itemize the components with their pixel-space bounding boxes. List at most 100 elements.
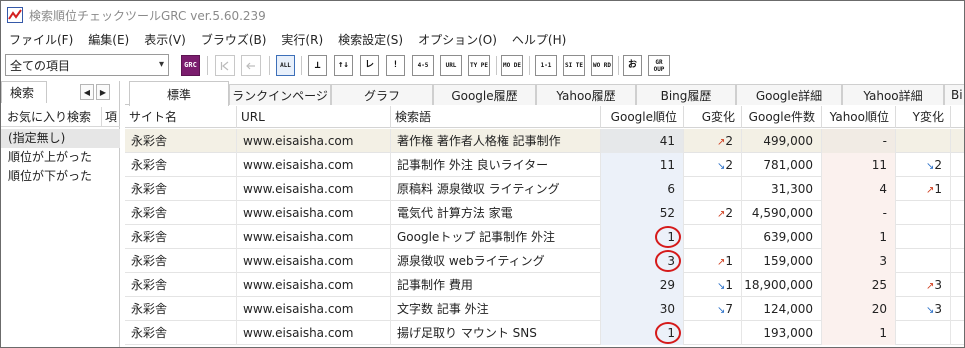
change-value: 2 [725, 206, 733, 220]
tab-google-detail[interactable]: Google詳細 [736, 84, 842, 105]
column-google-rank[interactable]: Google順位 [601, 106, 684, 128]
column-yahoo-change[interactable]: Y変化 [896, 106, 951, 128]
cell-site: 永彩舎 [125, 273, 237, 297]
app-logo-icon [7, 7, 23, 23]
menu-view[interactable]: 表示(V) [136, 31, 193, 48]
table-row[interactable]: 永彩舎 www.eisaisha.com 原稿料 源泉徴収 ライティング 6 31,30… [125, 177, 964, 201]
rank-range-button[interactable]: 4-5 [412, 55, 434, 76]
check-button[interactable]: レ [360, 55, 379, 76]
menu-options[interactable]: オプション(O) [410, 31, 504, 48]
tab-next-button[interactable]: ▶ [96, 84, 110, 100]
toolbar: 全ての項目 ▾ GRC ALL ⊥ ↑↓ レ ! 4-5 URL TY PE M… [1, 52, 964, 78]
cell-google-rank: 6 [601, 177, 684, 201]
cell-yahoo-rank: 20 [822, 297, 896, 321]
cell-url: www.eisaisha.com [237, 225, 391, 249]
mode-button[interactable]: MO DE [501, 55, 523, 76]
cell-keyword: 原稿料 源泉徴収 ライティング [391, 177, 601, 201]
cell-yahoo-rank: - [822, 201, 896, 225]
cell-yahoo-rank: 1 [822, 321, 896, 345]
tab-prev-button[interactable]: ◀ [80, 84, 94, 100]
cell-site: 永彩舎 [125, 129, 237, 153]
menu-search-settings[interactable]: 検索設定(S) [330, 31, 410, 48]
column-google-count[interactable]: Google件数 [742, 106, 822, 128]
menu-run[interactable]: 実行(R) [273, 31, 330, 48]
cell-url: www.eisaisha.com [237, 153, 391, 177]
list-item[interactable]: (指定無し) [1, 129, 120, 148]
change-value: 3 [934, 278, 942, 292]
tab-yahoo-detail[interactable]: Yahoo詳細 [842, 84, 944, 105]
header-item[interactable]: 項 [101, 106, 117, 127]
table-row[interactable]: 永彩舎 www.eisaisha.com 記事制作 費用 29 ↘1 18,900,000… [125, 273, 964, 297]
cell-google-change [684, 177, 742, 201]
menu-help[interactable]: ヘルプ(H) [504, 31, 573, 48]
cell-url: www.eisaisha.com [237, 177, 391, 201]
type-button[interactable]: TY PE [468, 55, 490, 76]
filter-select[interactable]: 全ての項目 ▾ [5, 54, 169, 76]
table-row[interactable]: 永彩舎 www.eisaisha.com 著作権 著作者人格権 記事制作 41 ↗2 49… [125, 129, 964, 153]
cell-keyword: 源泉徴収 webライティング [391, 249, 601, 273]
left-pane-header: お気に入り検索 項 [1, 106, 120, 127]
table-row[interactable]: 永彩舎 www.eisaisha.com 文字数 記事 外注 30 ↘7 124,000 2… [125, 297, 964, 321]
cell-google-rank: 29 [601, 273, 684, 297]
favorite-button[interactable]: お [623, 55, 642, 76]
table-row[interactable]: 永彩舎 www.eisaisha.com Googleトップ 記事制作 外注 1 639… [125, 225, 964, 249]
tab-yahoo-history[interactable]: Yahoo履歴 [536, 84, 636, 105]
left-pane-tabs: 検索 ◀ ▶ [1, 81, 120, 103]
url-button[interactable]: URL [440, 55, 462, 76]
tab-graph[interactable]: グラフ [331, 84, 433, 105]
table-row[interactable]: 永彩舎 www.eisaisha.com 記事制作 外注 良いライター 11 ↘2 781… [125, 153, 964, 177]
site-button[interactable]: SI TE [563, 55, 585, 76]
column-site[interactable]: サイト名 [125, 106, 237, 128]
cell-yahoo-change [896, 249, 951, 273]
tab-rankin-page[interactable]: ランクインページ [229, 84, 331, 105]
menu-browse[interactable]: ブラウズ(B) [193, 31, 274, 48]
list-item[interactable]: 順位が下がった [1, 167, 120, 186]
change-value: 2 [725, 158, 733, 172]
cell-yahoo-change [896, 129, 951, 153]
cell-url: www.eisaisha.com [237, 297, 391, 321]
cell-yahoo-change: ↗1 [896, 177, 951, 201]
top-button[interactable]: ⊥ [308, 55, 327, 76]
table-row[interactable]: 永彩舎 www.eisaisha.com 電気代 計算方法 家電 52 ↗2 4,590,… [125, 201, 964, 225]
tab-bing-detail[interactable]: Bi [944, 84, 964, 105]
menu-edit[interactable]: 編集(E) [80, 31, 136, 48]
column-google-change[interactable]: G変化 [684, 106, 742, 128]
table-row[interactable]: 永彩舎 www.eisaisha.com 源泉徴収 webライティング 3 ↗1 159,… [125, 249, 964, 273]
header-favorites[interactable]: お気に入り検索 [1, 108, 101, 125]
table-row[interactable]: 永彩舎 www.eisaisha.com 揚げ足取り マウント SNS 1 193,00… [125, 321, 964, 345]
first-page-button[interactable] [215, 55, 235, 76]
cell-google-change: ↘2 [684, 153, 742, 177]
back-button[interactable] [241, 55, 261, 76]
cell-google-count: 781,000 [742, 153, 822, 177]
word-button[interactable]: WO RD [591, 55, 613, 76]
grc-button[interactable]: GRC [181, 55, 200, 76]
cell-google-count: 159,000 [742, 249, 822, 273]
list-item[interactable]: 順位が上がった [1, 148, 120, 167]
cell-yahoo-change: ↘2 [896, 153, 951, 177]
updown-button[interactable]: ↑↓ [334, 55, 353, 76]
cell-keyword: 文字数 記事 外注 [391, 297, 601, 321]
cell-site: 永彩舎 [125, 225, 237, 249]
toolbar-separator [496, 56, 497, 75]
all-button[interactable]: ALL [276, 55, 295, 76]
cell-keyword: Googleトップ 記事制作 外注 [391, 225, 601, 249]
cell-google-change [684, 225, 742, 249]
toolbar-separator [269, 56, 270, 75]
one-to-one-button[interactable]: 1-1 [535, 55, 557, 76]
menu-file[interactable]: ファイル(F) [1, 31, 80, 48]
tab-standard[interactable]: 標準 [129, 81, 229, 106]
tab-search[interactable]: 検索 [1, 81, 47, 103]
toolbar-separator [207, 56, 208, 75]
alert-button[interactable]: ! [386, 55, 405, 76]
cell-yahoo-rank: 4 [822, 177, 896, 201]
tab-google-history[interactable]: Google履歴 [433, 84, 536, 105]
toolbar-separator [529, 56, 530, 75]
skip-first-icon [220, 61, 229, 70]
column-keyword[interactable]: 検索語 [391, 106, 601, 128]
tab-bing-history[interactable]: Bing履歴 [636, 84, 736, 105]
group-button[interactable]: GR OUP [648, 55, 670, 76]
column-yahoo-rank[interactable]: Yahoo順位 [822, 106, 896, 128]
toolbar-separator [301, 56, 302, 75]
column-url[interactable]: URL [237, 106, 391, 128]
cell-yahoo-change [896, 225, 951, 249]
